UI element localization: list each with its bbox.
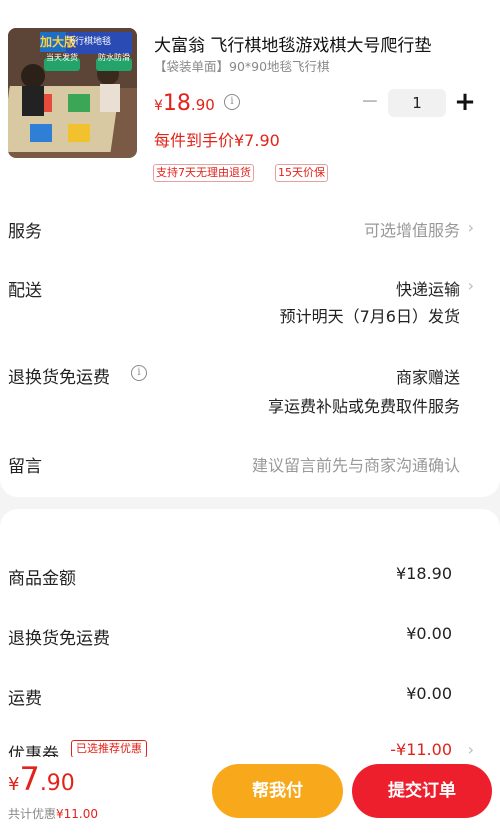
goods-amount-value: ¥18.90 bbox=[396, 564, 452, 583]
product-title[interactable]: 大富翁 飞行棋地毯游戏棋大号爬行垫 bbox=[154, 31, 464, 56]
chevron-right-icon: › bbox=[467, 276, 474, 295]
final-price-text: 每件到手价¥7.90 bbox=[154, 131, 280, 150]
delivery-label: 配送 bbox=[8, 281, 42, 301]
return-fee-value: ¥0.00 bbox=[406, 624, 452, 643]
return-freight-desc: 享运费补贴或免费取件服务 bbox=[267, 397, 460, 416]
total-discount: 共计优惠¥11.00 bbox=[8, 807, 99, 821]
unit-price: ¥18.90 bbox=[154, 91, 215, 116]
decrease-quantity-button[interactable]: − bbox=[360, 91, 380, 115]
image-sub-text: 飞行棋地毯 bbox=[66, 37, 112, 47]
goods-amount-label: 商品金额 bbox=[8, 569, 76, 589]
shipping-fee-label: 运费 bbox=[8, 689, 42, 709]
submit-order-button[interactable]: 提交订单 bbox=[352, 764, 492, 818]
delivery-value: 快递运输 bbox=[395, 280, 460, 299]
price-protect-tag: 15天价保 bbox=[275, 164, 328, 182]
info-icon[interactable]: i bbox=[131, 365, 147, 381]
info-icon[interactable]: i bbox=[224, 94, 240, 110]
service-label: 服务 bbox=[8, 222, 42, 242]
total-price: ¥7.90 bbox=[8, 760, 75, 798]
image-right-text: 防水防滑 bbox=[98, 53, 130, 62]
service-value: 可选增值服务 bbox=[363, 221, 460, 240]
return-fee-label: 退换货免运费 bbox=[8, 629, 110, 649]
image-left-text: 当天发货 bbox=[46, 53, 78, 62]
return-freight-label: 退换货免运费 bbox=[8, 368, 110, 388]
message-label: 留言 bbox=[8, 457, 42, 477]
product-spec[interactable]: 【袋装单面】90*90地毯飞行棋 bbox=[154, 56, 330, 75]
shipping-fee-value: ¥0.00 bbox=[406, 684, 452, 703]
chevron-right-icon: › bbox=[467, 218, 474, 237]
return-freight-value: 商家赠送 bbox=[395, 368, 460, 387]
return-policy-tag: 支持7天无理由退货 bbox=[153, 164, 254, 182]
message-input[interactable]: 建议留言前先与商家沟通确认 bbox=[252, 452, 460, 476]
coupon-selected-tag: 已选推荐优惠 bbox=[71, 740, 147, 758]
delivery-estimate: 预计明天（7月6日）发货 bbox=[279, 307, 460, 326]
quantity-input[interactable]: 1 bbox=[388, 89, 446, 117]
increase-quantity-button[interactable]: + bbox=[454, 88, 476, 116]
help-me-pay-button[interactable]: 帮我付 bbox=[212, 764, 343, 818]
